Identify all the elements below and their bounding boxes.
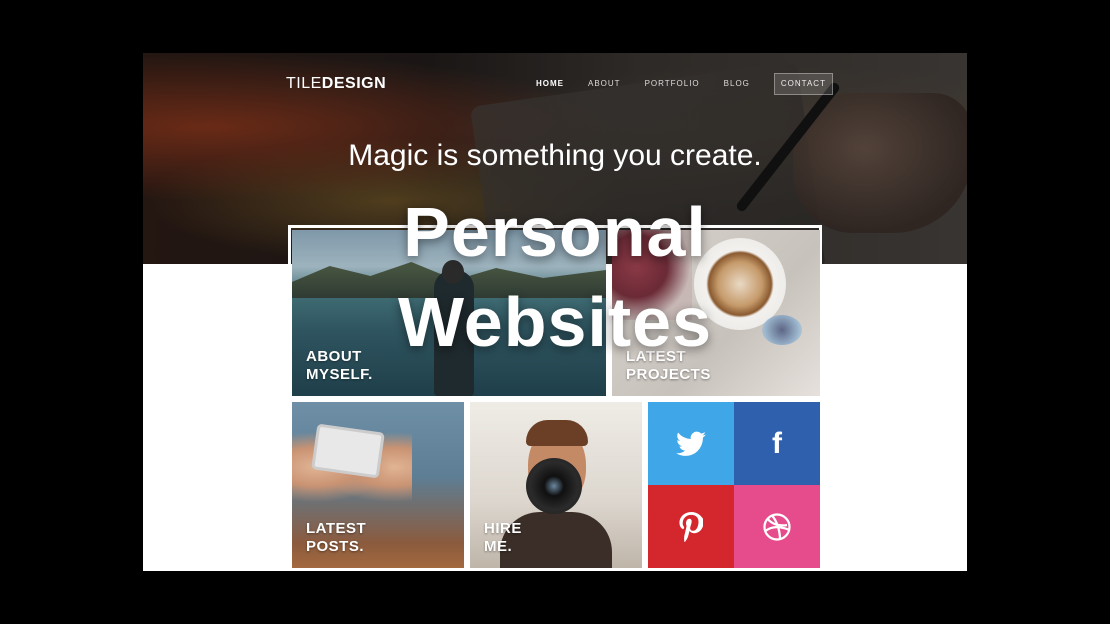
overlay-title-line2: Websites — [397, 283, 713, 361]
main-nav: HOME ABOUT PORTFOLIO BLOG CONTACT — [536, 73, 833, 95]
facebook-tile[interactable]: f — [734, 402, 820, 485]
nav-contact-button[interactable]: CONTACT — [773, 73, 833, 95]
tile-caption: HIRE ME. — [484, 520, 522, 555]
pinterest-tile[interactable] — [648, 485, 734, 568]
camera-image — [526, 458, 582, 514]
hero-tagline: Magic is something you create. — [348, 139, 762, 172]
pinterest-p-icon — [679, 511, 703, 542]
page: { "site": { "logo_light": "TILE", "logo_… — [0, 0, 1110, 624]
logo-bold-text: DESIGN — [321, 75, 387, 92]
nav-home[interactable]: HOME — [536, 74, 564, 94]
tile-latest-posts[interactable]: LATEST POSTS. — [292, 402, 464, 568]
tile-caption: LATEST POSTS. — [306, 520, 367, 555]
nav-blog[interactable]: BLOG — [724, 74, 750, 94]
phone-image — [311, 423, 385, 479]
twitter-tile[interactable] — [648, 402, 734, 485]
overlay-title-line1: Personal — [403, 193, 707, 271]
dribbble-ball-icon — [763, 512, 791, 541]
nav-portfolio[interactable]: PORTFOLIO — [645, 74, 700, 94]
social-grid: f — [648, 402, 820, 568]
nav-about[interactable]: ABOUT — [588, 74, 621, 94]
dribbble-tile[interactable] — [734, 485, 820, 568]
tile-hire-me[interactable]: HIRE ME. — [470, 402, 642, 568]
twitter-bird-icon — [676, 431, 706, 456]
site-logo[interactable]: TILEDESIGN — [286, 75, 386, 93]
facebook-f-icon: f — [772, 426, 782, 460]
logo-light-text: TILE — [286, 75, 322, 92]
